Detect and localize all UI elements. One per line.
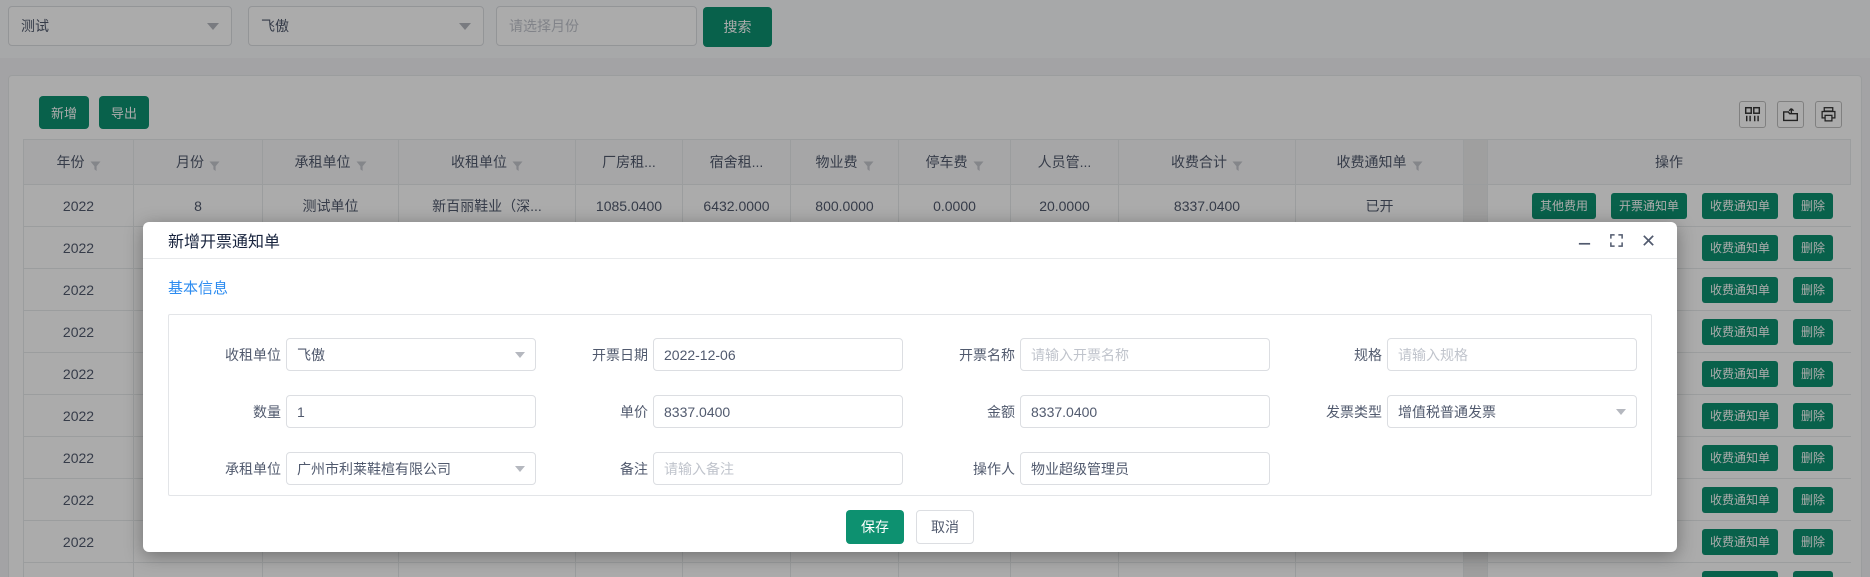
fullscreen-icon[interactable]	[1607, 231, 1625, 249]
field-label: 发票类型	[1275, 402, 1387, 422]
quantity-input[interactable]: 1	[286, 395, 536, 428]
save-button[interactable]: 保存	[846, 510, 904, 544]
chevron-down-icon	[515, 352, 525, 358]
spec-input[interactable]: 请输入规格	[1387, 338, 1637, 371]
field-value: 8337.0400	[664, 404, 730, 420]
field-group-unit-price-input: 单价 8337.0400	[541, 395, 908, 428]
field-value: 8337.0400	[1031, 404, 1097, 420]
modal-window-icons	[1575, 231, 1657, 249]
field-group-amount-input: 金额 8337.0400	[908, 395, 1275, 428]
field-group-invoice-date-input: 开票日期 2022-12-06	[541, 338, 908, 371]
field-group-invoice-type-select: 发票类型增值税普通发票	[1275, 395, 1642, 428]
field-label: 开票日期	[541, 345, 653, 365]
field-placeholder: 请输入规格	[1398, 345, 1468, 365]
invoice-notice-modal: 新增开票通知单 基本信息 收租单位飞傲开票日期2022-12-06开票名称请输入…	[143, 222, 1677, 552]
invoice-date-input[interactable]: 2022-12-06	[653, 338, 903, 371]
chevron-down-icon	[515, 466, 525, 472]
field-group-spec-input: 规格请输入规格	[1275, 338, 1642, 371]
field-label: 数量	[174, 402, 286, 422]
field-placeholder: 请输入开票名称	[1031, 345, 1129, 365]
tenant-unit-select[interactable]: 广州市利莱鞋楦有限公司	[286, 452, 536, 485]
chevron-down-icon	[1616, 409, 1626, 415]
field-group-tenant-unit-select: 承租单位广州市利莱鞋楦有限公司	[174, 452, 541, 485]
field-group-invoice-name-input: 开票名称请输入开票名称	[908, 338, 1275, 371]
field-label: 收租单位	[174, 345, 286, 365]
invoice-type-select[interactable]: 增值税普通发票	[1387, 395, 1637, 428]
field-label: 单价	[541, 402, 653, 422]
invoice-name-input[interactable]: 请输入开票名称	[1020, 338, 1270, 371]
field-value: 飞傲	[297, 345, 325, 365]
page: 测试 飞傲 请选择月份 搜索 新增 导出 年份月份承租单位收租单位厂房租...宿…	[0, 0, 1870, 577]
modal-form-row: 数量 1 单价 8337.0400 金额 8337.0400 发票类型增值税普通发票	[174, 383, 1651, 440]
modal-footer: 保存 取消	[143, 510, 1677, 544]
modal-header: 新增开票通知单	[143, 222, 1677, 259]
modal-form-row: 收租单位飞傲开票日期2022-12-06开票名称请输入开票名称规格请输入规格	[174, 326, 1651, 383]
field-group-rent-collect-unit-select: 收租单位飞傲	[174, 338, 541, 371]
close-icon[interactable]	[1639, 231, 1657, 249]
operator-input[interactable]: 物业超级管理员	[1020, 452, 1270, 485]
field-label: 金额	[908, 402, 1020, 422]
modal-form-box: 收租单位飞傲开票日期2022-12-06开票名称请输入开票名称规格请输入规格数量…	[168, 314, 1652, 496]
field-value: 广州市利莱鞋楦有限公司	[297, 459, 451, 479]
remark-input[interactable]: 请输入备注	[653, 452, 903, 485]
field-value: 物业超级管理员	[1031, 459, 1129, 479]
field-value: 增值税普通发票	[1398, 402, 1496, 422]
minimize-icon[interactable]	[1575, 231, 1593, 249]
section-title-basic-info: 基本信息	[168, 277, 228, 298]
field-label: 备注	[541, 459, 653, 479]
unit-price-input[interactable]: 8337.0400	[653, 395, 903, 428]
field-value: 2022-12-06	[664, 347, 736, 363]
field-label: 承租单位	[174, 459, 286, 479]
field-group-operator-input: 操作人物业超级管理员	[908, 452, 1275, 485]
field-value: 1	[297, 404, 305, 420]
modal-title: 新增开票通知单	[168, 228, 280, 252]
field-group-quantity-input: 数量 1	[174, 395, 541, 428]
field-label: 规格	[1275, 345, 1387, 365]
amount-input[interactable]: 8337.0400	[1020, 395, 1270, 428]
field-group-remark-input: 备注请输入备注	[541, 452, 908, 485]
field-label: 开票名称	[908, 345, 1020, 365]
modal-form-row: 承租单位广州市利莱鞋楦有限公司备注请输入备注操作人物业超级管理员	[174, 440, 1651, 497]
field-label: 操作人	[908, 459, 1020, 479]
cancel-button[interactable]: 取消	[916, 510, 974, 544]
rent-collect-unit-select[interactable]: 飞傲	[286, 338, 536, 371]
field-placeholder: 请输入备注	[664, 459, 734, 479]
